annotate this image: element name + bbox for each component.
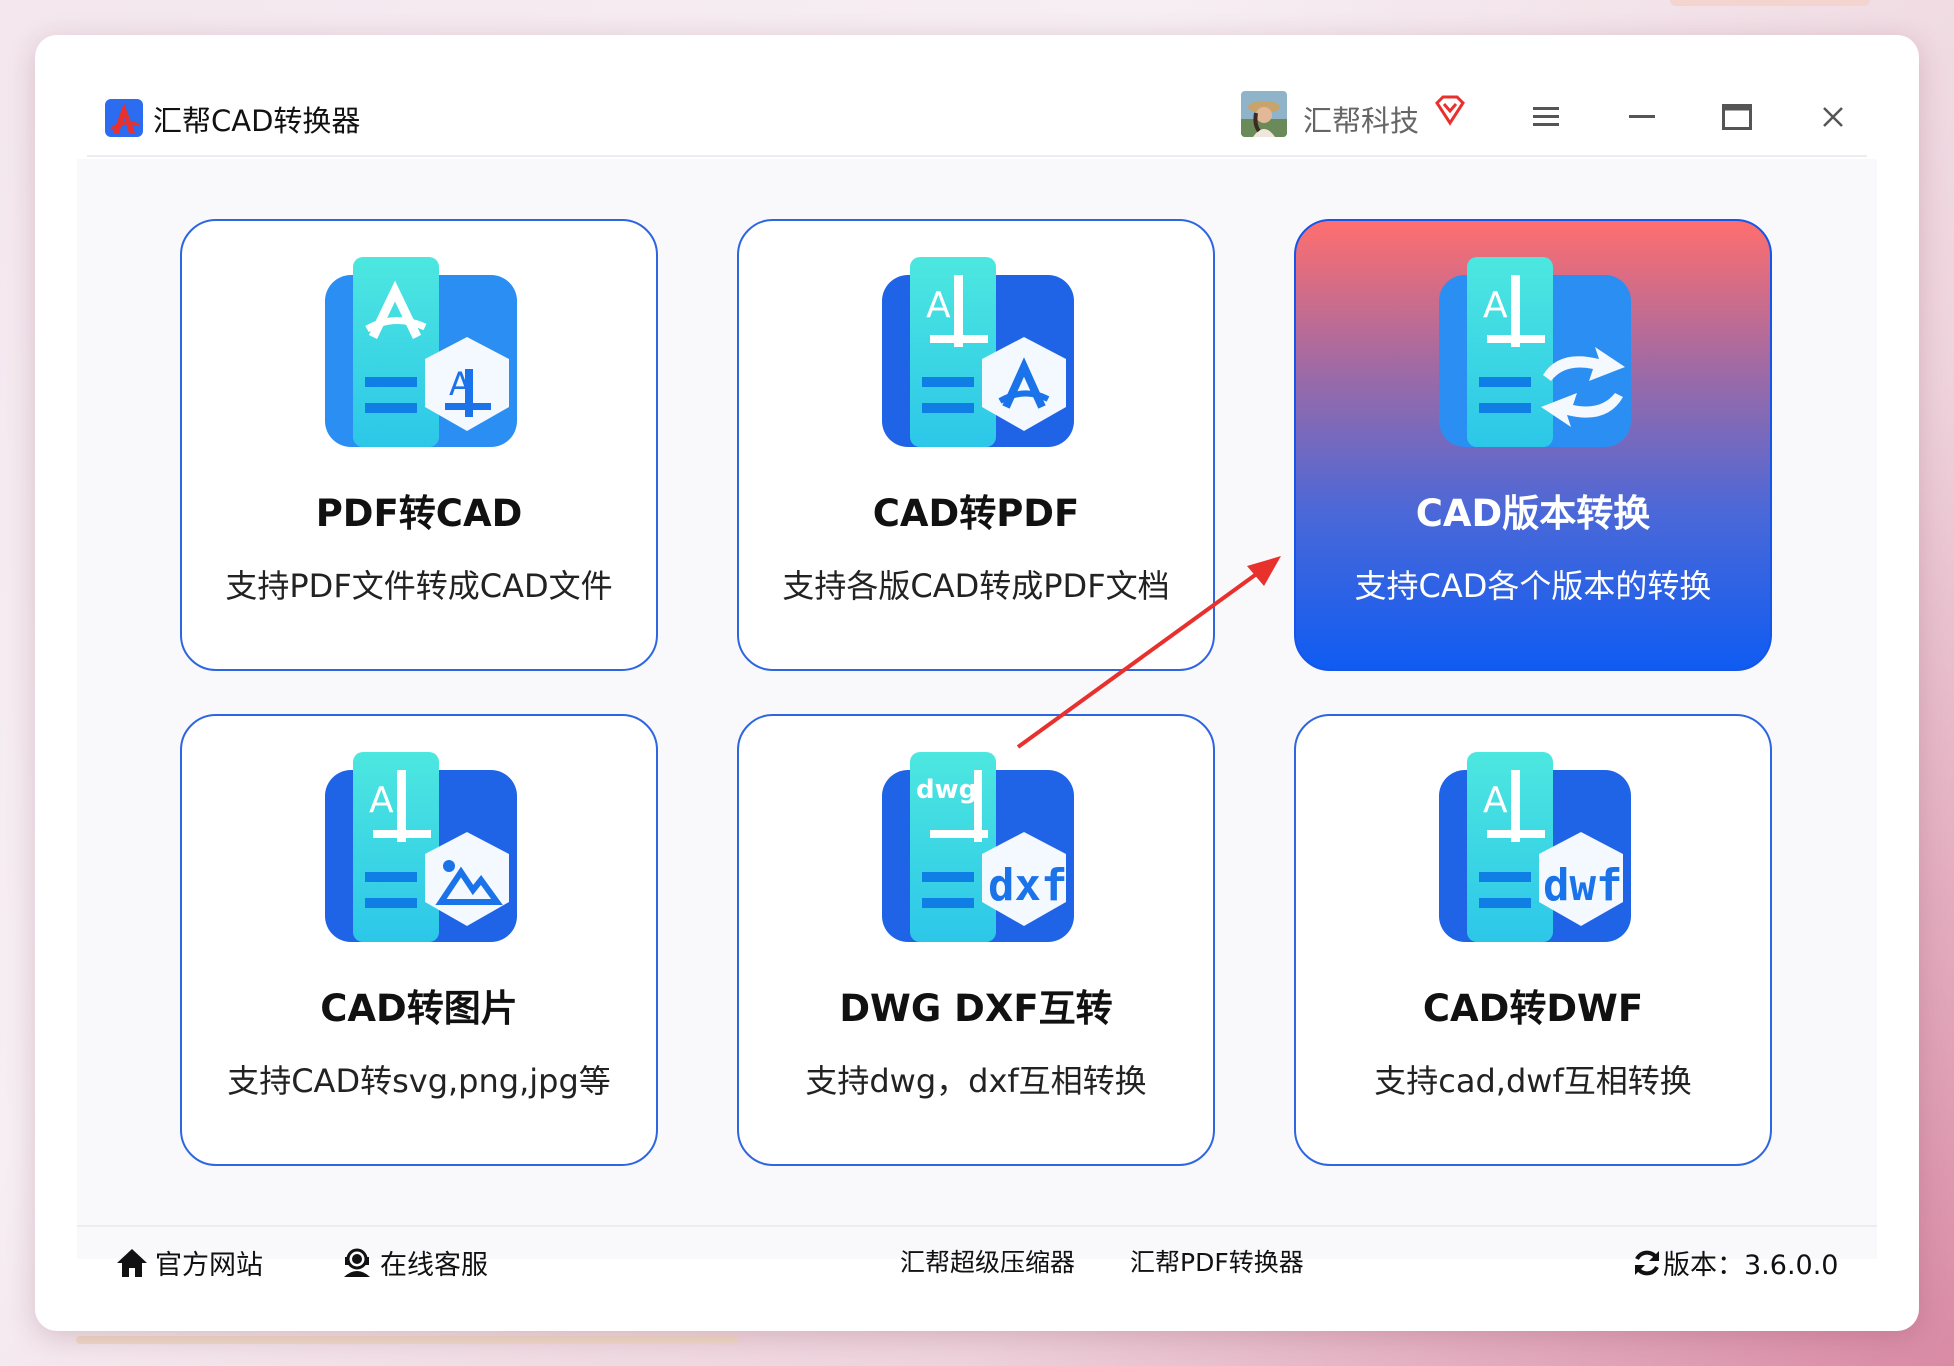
card-description: 支持dwg，dxf互相转换 [805,1062,1147,1100]
version-info[interactable]: 版本：3.6.0.0 [1631,1243,1838,1282]
minimize-icon [1629,115,1655,118]
user-name[interactable]: 汇帮科技 [1303,98,1419,140]
pdf-converter-label: 汇帮PDF转换器 [1130,1248,1304,1277]
window-shadow-strip [76,1336,738,1344]
hamburger-menu-icon [1533,107,1559,126]
version-label: 版本：3.6.0.0 [1663,1250,1839,1281]
background-decoration [1670,0,1870,6]
card-description: 支持各版CAD转成PDF文档 [782,567,1170,605]
app-window: 汇帮CAD转换器 汇帮科技 A PDF转CAD 支持PDF文件转成CAD文件 A… [35,35,1919,1331]
maximize-icon [1722,104,1752,130]
vip-diamond-icon[interactable] [1433,93,1467,127]
user-avatar[interactable] [1241,91,1287,137]
official-website-label: 官方网站 [155,1250,263,1281]
icon-text-dwg: dwg [916,775,977,805]
home-icon [117,1248,147,1277]
menu-button[interactable] [1526,97,1566,137]
cad-to-pdf-icon: A [882,257,1074,447]
pdf-converter-link[interactable]: 汇帮PDF转换器 [1130,1243,1304,1279]
card-description: 支持CAD各个版本的转换 [1354,567,1712,605]
card-title: CAD转图片 [320,987,518,1030]
card-title: DWG DXF互转 [839,987,1113,1030]
icon-text-dxf: dxf [988,860,1067,911]
title-divider [87,155,1867,157]
icon-letter-a: A [1483,285,1508,326]
customer-service-icon [344,1248,370,1277]
card-title: CAD版本转换 [1415,492,1651,535]
card-cad-to-dwf[interactable]: A dwf CAD转DWF 支持cad,dwf互相转换 [1294,714,1772,1166]
title-bar: 汇帮CAD转换器 汇帮科技 [35,35,1919,155]
card-title: CAD转DWF [1422,987,1644,1030]
compressor-label: 汇帮超级压缩器 [900,1248,1076,1277]
card-dwg-dxf[interactable]: dwg dxf DWG DXF互转 支持dwg，dxf互相转换 [737,714,1215,1166]
refresh-icon [1635,1250,1659,1275]
icon-letter-a: A [926,285,951,326]
compressor-link[interactable]: 汇帮超级压缩器 [900,1243,1075,1279]
icon-letter-a: A [1483,780,1508,821]
card-description: 支持cad,dwf互相转换 [1374,1062,1692,1100]
maximize-button[interactable] [1717,97,1757,137]
card-title: PDF转CAD [315,492,523,535]
cad-to-image-icon: A [325,752,517,942]
card-pdf-to-cad[interactable]: A PDF转CAD 支持PDF文件转成CAD文件 [180,219,658,671]
dwg-dxf-icon: dwg dxf [882,752,1074,942]
card-description: 支持CAD转svg,png,jpg等 [227,1062,611,1100]
minimize-button[interactable] [1622,97,1662,137]
cad-to-dwf-icon: A dwf [1439,752,1631,942]
online-support-label: 在线客服 [380,1250,488,1281]
icon-letter-a: A [369,780,394,821]
footer-divider [77,1225,1877,1227]
close-icon [1823,107,1843,127]
app-title: 汇帮CAD转换器 [153,104,361,138]
online-support-link[interactable]: 在线客服 [340,1243,488,1282]
card-cad-to-pdf[interactable]: A CAD转PDF 支持各版CAD转成PDF文档 [737,219,1215,671]
icon-text-dwf: dwf [1543,860,1622,911]
card-description: 支持PDF文件转成CAD文件 [225,567,613,605]
close-button[interactable] [1813,97,1853,137]
card-cad-to-image[interactable]: A CAD转图片 支持CAD转svg,png,jpg等 [180,714,658,1166]
cad-version-convert-icon: A [1439,257,1631,447]
pdf-to-cad-icon: A [325,257,517,447]
card-cad-version-convert[interactable]: A CAD版本转换 支持CAD各个版本的转换 [1294,219,1772,671]
official-website-link[interactable]: 官方网站 [115,1243,263,1282]
card-title: CAD转PDF [872,492,1080,535]
app-logo-icon [105,99,143,137]
